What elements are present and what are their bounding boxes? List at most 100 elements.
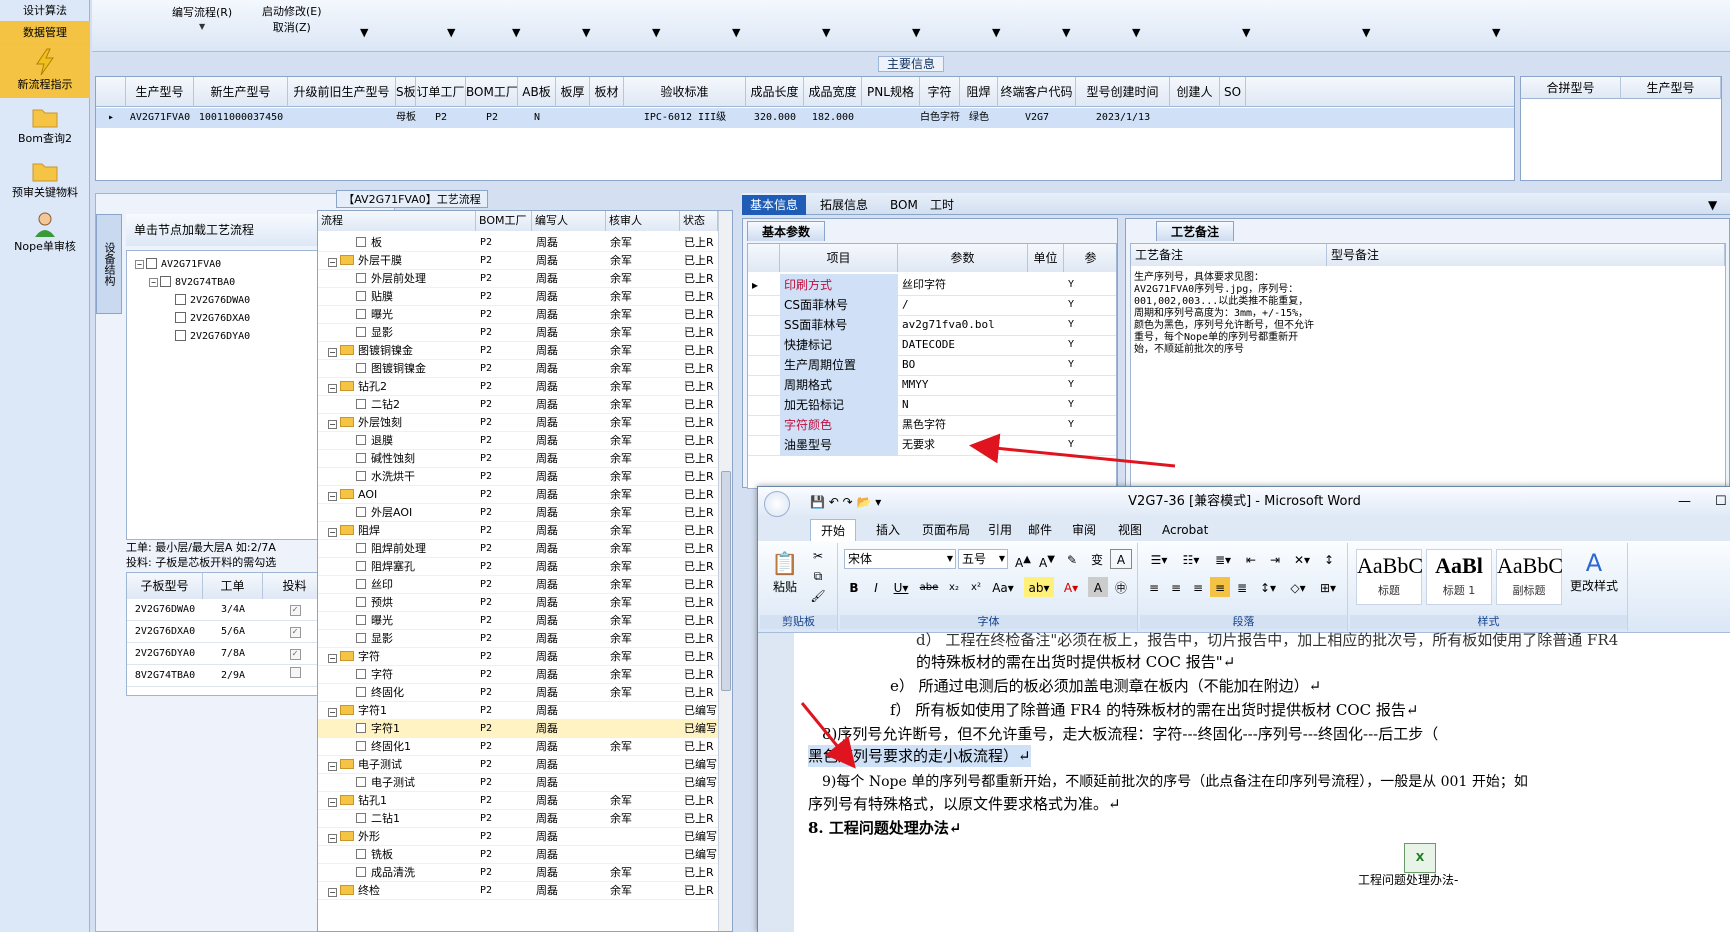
chevron-down-icon[interactable]: ▼ [1700,195,1725,215]
table-row[interactable]: 油墨型号 无要求 Y [748,434,1116,456]
param-value[interactable]: / [898,294,1028,316]
node-checkbox-icon[interactable] [356,849,366,859]
expand-toggle-icon[interactable]: − [328,834,337,843]
column-header[interactable]: 字符 [920,77,960,107]
table-row[interactable]: 字符颜色 黑色字符 Y [748,414,1116,436]
table-row[interactable]: 阻焊塞孔 P2 周磊 余军 已上R [318,557,718,576]
column-header[interactable]: 订单工厂 [416,77,466,107]
table-row[interactable]: 板 P2 周磊 余军 已上R [318,233,718,252]
grow-font-icon[interactable]: A▲ [1012,549,1034,570]
node-checkbox-icon[interactable] [356,813,366,823]
table-row[interactable]: CS面菲林号 / Y [748,294,1116,316]
table-row[interactable]: 终固化 P2 周磊 余军 已上R [318,683,718,702]
node-checkbox-icon[interactable] [356,327,366,337]
copy-icon[interactable]: ⧉ [806,565,830,585]
feed-checkbox[interactable] [289,667,301,678]
node-checkbox-icon[interactable] [356,273,366,283]
sidebar-item-data-management[interactable]: 数据管理 [0,22,90,44]
expand-toggle-icon[interactable]: − [328,888,337,897]
tree-node[interactable]: −8V2G74TBA0 [149,275,235,291]
row-selector[interactable]: ▸ [96,108,126,128]
process-remark-text[interactable]: 生产序列号，具体要求见图：AV2G71FVA0序列号.jpg，序列号：001,0… [1134,272,1314,356]
table-row[interactable]: − 终检 P2 周磊 余军 已上R [318,881,718,900]
minimize-icon[interactable]: — [1678,487,1691,517]
column-header[interactable]: 工艺备注 [1131,244,1327,266]
start-modify-button[interactable]: 启动修改(E) 取消(Z) [262,4,322,54]
decrease-indent-icon[interactable]: ⇤ [1240,549,1262,569]
column-header[interactable]: 编写人 [532,211,606,231]
column-header[interactable]: 成品宽度 [804,77,862,107]
char-border-icon[interactable]: A [1110,549,1132,569]
table-row[interactable]: − 外层蚀刻 P2 周磊 余军 已上R [318,413,718,432]
write-flow-button[interactable]: 编写流程(R) ▼ [172,4,232,54]
tree-node[interactable]: 2V2G76DWA0 [175,293,250,309]
sidebar-item-design-algo[interactable]: 设计算法 [0,0,90,22]
document-body[interactable]: d） 工程在终检备注"必须在板上，报告中，切片报告中，加上相应的批次号，所有板如… [794,631,1730,932]
strikethrough-button[interactable]: abe [916,577,942,597]
tab-basic-info[interactable]: 基本信息 [742,195,807,215]
param-value[interactable]: DATECODE [898,334,1028,356]
char-shading-icon[interactable]: A [1088,577,1108,597]
expand-toggle-icon[interactable]: − [328,258,337,267]
table-row[interactable]: 阻焊前处理 P2 周磊 余军 已上R [318,539,718,558]
column-header[interactable]: 流程 [318,211,476,231]
column-header[interactable]: PNL规格 [862,77,920,107]
ribbon-tab[interactable]: 页面布局 [912,519,980,541]
ribbon-tab[interactable]: 邮件 [1018,519,1062,541]
ribbon-tab[interactable]: 视图 [1108,519,1152,541]
node-checkbox-icon[interactable] [356,741,366,751]
table-row[interactable]: 退膜 P2 周磊 余军 已上R [318,431,718,450]
param-value[interactable]: N [898,394,1028,416]
font-size-select[interactable]: 五号 ▼ [958,549,1008,569]
justify-icon[interactable]: ≡ [1210,577,1230,597]
align-left-icon[interactable]: ≡ [1144,577,1164,597]
line-spacing-icon[interactable]: ↕▾ [1254,577,1282,597]
sidebar-item-nope-review[interactable]: Nope单审核 [0,206,90,260]
node-checkbox-icon[interactable] [356,363,366,373]
table-row[interactable]: − 外形 P2 周磊 已编写 [318,827,718,846]
feed-checkbox[interactable]: ✓ [289,627,301,638]
table-row[interactable]: − 电子测试 P2 周磊 已编写 [318,755,718,774]
table-row[interactable]: 生产周期位置 BO Y [748,354,1116,376]
multilevel-icon[interactable]: ≣▾ [1208,549,1238,569]
sidebar-item-new-flow[interactable]: 新流程指示 [0,44,90,98]
table-row[interactable]: 碱性蚀刻 P2 周磊 余军 已上R [318,449,718,468]
column-header[interactable]: S板 [396,77,416,107]
highlight-icon[interactable]: ab▾ [1024,577,1054,597]
table-row[interactable]: − 钻孔1 P2 周磊 余军 已上R [318,791,718,810]
table-row[interactable]: − 字符1 P2 周磊 已编写 [318,701,718,720]
table-row[interactable]: − 图镀铜镍金 P2 周磊 余军 已上R [318,341,718,360]
column-header[interactable]: 子板型号 [127,573,203,599]
superscript-button[interactable]: x² [966,577,986,597]
column-header[interactable]: 终端客户代码 [998,77,1076,107]
tab-work-hours[interactable]: 工时 [922,195,962,215]
table-row[interactable]: 贴膜 P2 周磊 余军 已上R [318,287,718,306]
ribbon-tab[interactable]: Acrobat [1152,519,1218,541]
bold-button[interactable]: B [844,577,864,597]
expand-toggle-icon[interactable]: − [328,420,337,429]
table-row[interactable]: − 钻孔2 P2 周磊 余军 已上R [318,377,718,396]
node-checkbox-icon[interactable] [356,471,366,481]
shrink-font-icon[interactable]: A▼ [1036,549,1058,570]
column-header[interactable]: 成品长度 [746,77,804,107]
style-heading-1[interactable]: AaBl 标题 1 [1426,549,1492,605]
table-row[interactable]: 图镀铜镍金 P2 周磊 余军 已上R [318,359,718,378]
table-row[interactable]: SS面菲林号 av2g71fva0.bol Y [748,314,1116,336]
borders-icon[interactable]: ⊞▾ [1314,577,1342,597]
column-header[interactable]: 板厚 [556,77,590,107]
ribbon-tab[interactable]: 插入 [866,519,910,541]
maximize-icon[interactable]: ☐ [1715,487,1727,517]
table-row[interactable]: 二钻1 P2 周磊 余军 已上R [318,809,718,828]
node-checkbox-icon[interactable] [356,669,366,679]
table-row[interactable]: ▸ AV2G71FVA0 10011000037450 母板 P2 P2 N IPC-6012… [96,108,1514,128]
node-checkbox-icon[interactable] [356,615,366,625]
subscript-button[interactable]: x₂ [944,577,964,597]
column-header[interactable]: SO [1220,77,1246,107]
table-row[interactable]: ▸ 印刷方式 丝印字符 Y [748,274,1116,296]
node-checkbox-icon[interactable] [356,867,366,877]
column-header[interactable]: 新生产型号 [194,77,288,107]
column-header[interactable]: 生产型号 [126,77,194,107]
table-row[interactable]: 快捷标记 DATECODE Y [748,334,1116,356]
change-case-button[interactable]: Aa▾ [988,577,1018,597]
table-row[interactable]: 字符 P2 周磊 余军 已上R [318,665,718,684]
